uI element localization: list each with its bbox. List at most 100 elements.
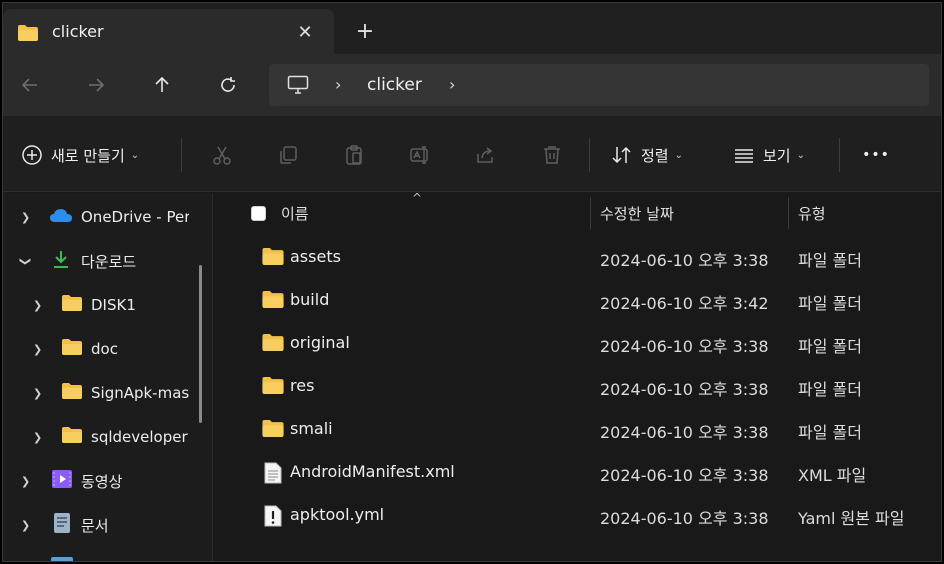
sidebar-item-label: sqldeveloper: [91, 428, 188, 446]
file-type: 파일 폴더: [798, 294, 862, 313]
chevron-right-icon[interactable]: ❯: [21, 211, 30, 224]
chevron-right-icon[interactable]: ❯: [33, 343, 42, 356]
yaml-file-icon: [264, 505, 282, 531]
file-row-androidmanifest[interactable]: AndroidManifest.xml 2024-06-10 오후 3:38 X…: [214, 451, 941, 493]
file-name: res: [290, 376, 315, 395]
sidebar-item-doc[interactable]: ❯ doc: [3, 329, 193, 369]
file-row-build[interactable]: build 2024-06-10 오후 3:42 파일 폴더: [214, 279, 941, 321]
folder-icon: [61, 426, 83, 448]
file-date: 2024-06-10 오후 3:38: [600, 337, 769, 356]
back-arrow-icon[interactable]: [13, 68, 47, 102]
sidebar-item-videos[interactable]: ❯ 동영상: [3, 461, 193, 501]
chevron-right-icon[interactable]: ❯: [21, 519, 30, 532]
file-name: apktool.yml: [290, 505, 385, 524]
folder-icon: [61, 294, 83, 316]
file-name: AndroidManifest.xml: [290, 462, 455, 481]
select-all-checkbox[interactable]: [251, 206, 266, 221]
sidebar-item-sqldeveloper[interactable]: ❯ sqldeveloper: [3, 417, 193, 457]
view-list-icon: [735, 149, 753, 163]
sidebar-item-signapk[interactable]: ❯ SignApk-mas: [3, 373, 193, 413]
file-name: build: [290, 290, 330, 309]
copy-icon[interactable]: [273, 140, 303, 170]
breadcrumb-chevron-icon[interactable]: ›: [449, 75, 455, 94]
trash-icon[interactable]: [537, 140, 567, 170]
file-row-res[interactable]: res 2024-06-10 오후 3:38 파일 폴더: [214, 365, 941, 407]
chevron-right-icon[interactable]: ❯: [21, 475, 30, 488]
folder-icon: [17, 24, 39, 46]
file-name: original: [290, 333, 350, 352]
file-date: 2024-06-10 오후 3:38: [600, 380, 769, 399]
toolbar-divider: [839, 138, 840, 172]
view-button[interactable]: 보기 ⌄: [733, 140, 805, 170]
address-bar[interactable]: › clicker ›: [269, 64, 929, 106]
column-header-type[interactable]: 유형: [798, 203, 826, 224]
chevron-down-icon: ⌄: [130, 149, 140, 161]
view-label: 보기: [763, 146, 791, 165]
navigation-bar: › clicker ›: [3, 54, 941, 116]
tab-strip: clicker ✕ +: [3, 3, 941, 54]
chevron-down-icon: ⌄: [796, 149, 805, 161]
column-header-date[interactable]: 수정한 날짜: [600, 203, 674, 224]
refresh-icon[interactable]: [211, 68, 245, 102]
close-tab-icon[interactable]: ✕: [291, 18, 319, 46]
file-row-apktool[interactable]: apktool.yml 2024-06-10 오후 3:38 Yaml 원본 파…: [214, 494, 941, 536]
chevron-right-icon[interactable]: ❯: [33, 299, 42, 312]
cut-icon[interactable]: [207, 140, 237, 170]
file-date: 2024-06-10 오후 3:42: [600, 294, 769, 313]
rename-icon[interactable]: [405, 140, 435, 170]
file-date: 2024-06-10 오후 3:38: [600, 251, 769, 270]
breadcrumb-chevron-icon[interactable]: ›: [335, 75, 341, 94]
sidebar-item-label: 문서: [81, 516, 109, 535]
column-divider[interactable]: [788, 197, 789, 229]
new-label: 새로 만들기: [51, 146, 125, 165]
toolbar-divider: [181, 138, 182, 172]
sidebar-item-label: SignApk-mas: [91, 384, 189, 402]
tab-title: clicker: [52, 22, 104, 41]
chevron-down-icon[interactable]: ❯: [19, 256, 32, 265]
column-header-name[interactable]: 이름: [281, 203, 309, 224]
file-date: 2024-06-10 오후 3:38: [600, 466, 769, 485]
tab-clicker[interactable]: clicker ✕: [3, 9, 334, 54]
sort-button[interactable]: 정렬 ⌄: [611, 140, 683, 170]
file-type: 파일 폴더: [798, 251, 862, 270]
sort-ascending-icon: ^: [412, 191, 423, 205]
column-divider[interactable]: [590, 197, 591, 229]
this-pc-icon[interactable]: [287, 75, 309, 99]
up-arrow-icon[interactable]: [145, 68, 179, 102]
toolbar-divider: [589, 138, 590, 172]
file-row-assets[interactable]: assets 2024-06-10 오후 3:38 파일 폴더: [214, 236, 941, 278]
file-name: smali: [290, 419, 333, 438]
file-type: XML 파일: [798, 466, 867, 485]
plus-circle-icon: [22, 145, 42, 165]
forward-arrow-icon[interactable]: [79, 68, 113, 102]
breadcrumb-clicker[interactable]: clicker: [367, 75, 422, 95]
sidebar-item-label: DISK1: [91, 296, 136, 314]
sidebar-item-documents[interactable]: ❯ 문서: [3, 505, 193, 545]
file-date: 2024-06-10 오후 3:38: [600, 509, 769, 528]
file-explorer-window: clicker ✕ + › clicker › 새로 만들기 ⌄ 정렬 ⌄ 보기…: [2, 2, 942, 562]
download-icon: [51, 249, 71, 273]
sidebar-item-downloads[interactable]: ❯ 다운로드: [3, 241, 193, 281]
more-options-icon[interactable]: •••: [858, 140, 894, 170]
paste-icon[interactable]: [339, 140, 369, 170]
chevron-down-icon: ⌄: [674, 149, 683, 161]
sidebar-item-label: 동영상: [81, 472, 123, 491]
sidebar-item-disk1[interactable]: ❯ DISK1: [3, 285, 193, 325]
file-row-original[interactable]: original 2024-06-10 오후 3:38 파일 폴더: [214, 322, 941, 364]
sort-icon: [612, 146, 631, 164]
new-button[interactable]: 새로 만들기 ⌄: [21, 140, 139, 170]
sidebar-scrollbar[interactable]: [199, 265, 202, 423]
sidebar-item-onedrive[interactable]: ❯ OneDrive - Per: [3, 197, 193, 237]
column-header-row: ^ 이름 수정한 날짜 유형: [214, 191, 941, 233]
file-row-smali[interactable]: smali 2024-06-10 오후 3:38 파일 폴더: [214, 408, 941, 450]
cloud-icon: [49, 207, 73, 227]
sidebar-item-label: doc: [91, 340, 118, 358]
sidebar-item-label: OneDrive - Per: [81, 208, 189, 226]
file-type: 파일 폴더: [798, 423, 862, 442]
chevron-right-icon[interactable]: ❯: [33, 431, 42, 444]
share-icon[interactable]: [471, 140, 501, 170]
new-tab-icon[interactable]: +: [351, 17, 379, 45]
folder-icon: [261, 419, 285, 442]
file-type: Yaml 원본 파일: [798, 509, 905, 528]
chevron-right-icon[interactable]: ❯: [33, 387, 42, 400]
